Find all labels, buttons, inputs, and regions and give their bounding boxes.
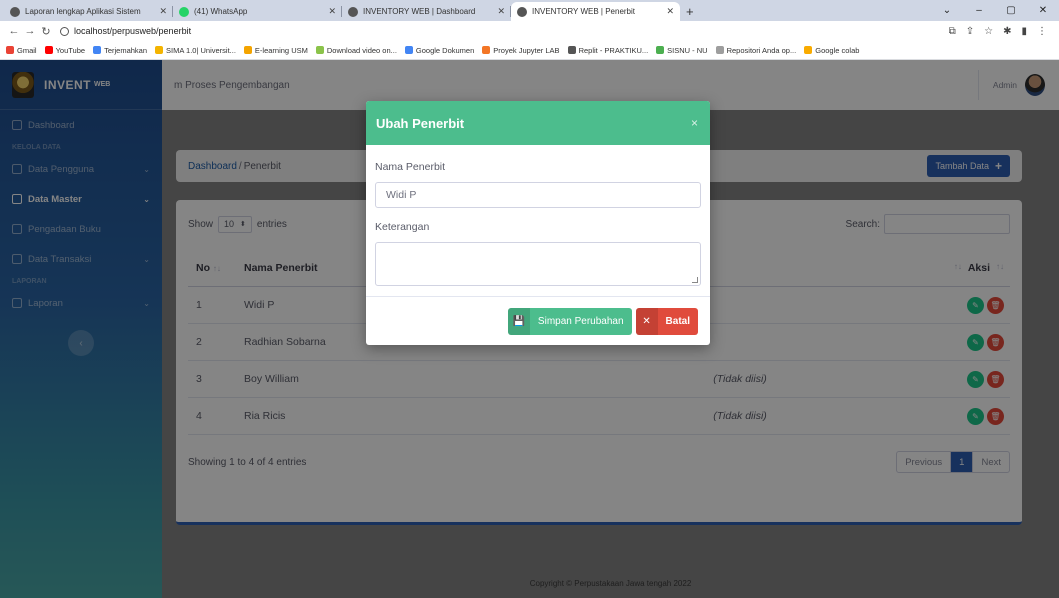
bookmark-favicon-icon — [404, 46, 413, 54]
edit-penerbit-modal: Ubah Penerbit × Nama Penerbit Widi P Ket… — [366, 101, 710, 345]
sidepanel-icon[interactable]: ▮ — [1021, 26, 1027, 37]
new-tab-button[interactable]: + — [686, 4, 694, 19]
bookmark-item[interactable]: E-learning USM — [243, 45, 308, 55]
bookmark-item[interactable]: YouTube — [44, 45, 86, 55]
bookmark-item[interactable]: Replit - PRAKTIKU... — [567, 45, 649, 55]
tab-title: (41) WhatsApp — [194, 7, 248, 16]
resize-handle-icon[interactable] — [692, 277, 698, 283]
modal-header: Ubah Penerbit × — [366, 101, 710, 145]
modal-title: Ubah Penerbit — [376, 115, 465, 131]
reload-icon[interactable]: ↻ — [38, 25, 54, 38]
tab-close-icon[interactable]: ✕ — [328, 6, 336, 17]
bookmark-item[interactable]: Terjemahkan — [93, 46, 147, 55]
modal-close-icon[interactable]: × — [691, 116, 698, 130]
address-actions: ⧉ ⇪ ☆ ✱ ▮ ⋮ — [949, 26, 1053, 37]
url-field[interactable]: localhost/perpusweb/penerbit — [60, 26, 949, 36]
bookmark-star-icon[interactable]: ☆ — [984, 26, 993, 37]
browser-tab-4[interactable]: INVENTORY WEB | Penerbit ✕ — [511, 2, 680, 21]
bookmark-item[interactable]: Google colab — [804, 46, 859, 55]
url-text: localhost/perpusweb/penerbit — [74, 26, 192, 36]
bookmark-favicon-icon — [44, 46, 53, 54]
bookmark-favicon-icon — [804, 46, 813, 54]
bookmarks-bar: Gmail YouTube Terjemahkan SIMA 1.0| Univers… — [0, 41, 1059, 60]
tab-favicon-icon — [348, 6, 358, 17]
bookmark-label: Repositori Anda op... — [726, 45, 797, 55]
bookmark-label: E-learning USM — [254, 45, 308, 55]
address-bar: ← → ↻ localhost/perpusweb/penerbit ⧉ ⇪ ☆… — [0, 21, 1059, 41]
tab-close-icon[interactable]: ✕ — [666, 6, 674, 17]
bookmark-item[interactable]: Proyek Jupyter LAB — [482, 45, 560, 55]
modal-footer: 💾 Simpan Perubahan ✕ Batal — [366, 296, 710, 345]
share-icon[interactable]: ⇪ — [966, 26, 974, 37]
tab-search-icon[interactable]: ⌄ — [931, 5, 963, 16]
bookmark-favicon-icon — [715, 46, 724, 54]
bookmark-label: Gmail — [17, 45, 37, 55]
bookmark-label: SIMA 1.0| Universit... — [166, 45, 236, 55]
bookmark-item[interactable]: SISNU - NU — [656, 45, 708, 55]
tab-title: INVENTORY WEB | Dashboard — [363, 7, 476, 16]
window-controls: ⌄ – ▢ ✕ — [931, 0, 1059, 21]
bookmark-favicon-icon — [6, 46, 14, 54]
bookmark-favicon-icon — [315, 46, 324, 54]
bookmark-favicon-icon — [567, 46, 576, 54]
modal-body: Nama Penerbit Widi P Keterangan — [366, 145, 710, 286]
back-icon[interactable]: ← — [6, 25, 22, 37]
bookmark-label: SISNU - NU — [667, 45, 708, 55]
extensions-icon[interactable]: ✱ — [1003, 26, 1011, 37]
tab-title: Laporan lengkap Aplikasi Sistem — [25, 7, 141, 16]
minimize-icon[interactable]: – — [963, 5, 995, 16]
bookmark-item[interactable]: SIMA 1.0| Universit... — [155, 46, 236, 55]
keterangan-textarea[interactable] — [375, 242, 701, 286]
bookmark-favicon-icon — [656, 46, 665, 54]
cancel-label: Batal — [665, 315, 690, 327]
forward-icon[interactable]: → — [22, 25, 38, 37]
translate-icon[interactable]: ⧉ — [949, 26, 956, 37]
cancel-button[interactable]: ✕ Batal — [635, 307, 698, 335]
tab-close-icon[interactable]: ✕ — [159, 6, 167, 17]
bookmark-item[interactable]: Gmail — [6, 46, 37, 55]
close-window-icon[interactable]: ✕ — [1027, 5, 1059, 16]
tab-favicon-icon — [179, 6, 189, 17]
bookmark-item[interactable]: Repositori Anda op... — [715, 45, 797, 55]
tab-favicon-icon — [517, 6, 527, 17]
tab-close-icon[interactable]: ✕ — [497, 6, 505, 17]
browser-tab-1[interactable]: Laporan lengkap Aplikasi Sistem ✕ — [4, 2, 173, 21]
bookmark-label: Replit - PRAKTIKU... — [578, 45, 649, 55]
browser-tab-3[interactable]: INVENTORY WEB | Dashboard ✕ — [342, 2, 511, 21]
keterangan-label: Keterangan — [375, 221, 430, 233]
maximize-icon[interactable]: ▢ — [995, 5, 1027, 16]
bookmark-label: Proyek Jupyter LAB — [493, 45, 560, 55]
save-changes-button[interactable]: 💾 Simpan Perubahan — [507, 307, 632, 335]
close-icon: ✕ — [635, 307, 658, 335]
bookmark-label: Google colab — [815, 45, 860, 55]
bookmark-favicon-icon — [155, 46, 164, 54]
bookmark-favicon-icon — [93, 46, 102, 54]
save-changes-label: Simpan Perubahan — [537, 315, 624, 327]
bookmark-item[interactable]: Google Dokumen — [404, 45, 475, 55]
tab-favicon-icon — [10, 6, 20, 17]
nama-penerbit-label: Nama Penerbit — [375, 161, 446, 173]
nama-penerbit-value: Widi P — [386, 189, 417, 201]
bookmark-label: Google Dokumen — [415, 45, 475, 55]
bookmark-item[interactable]: Download video on... — [315, 45, 397, 55]
bookmark-label: Terjemahkan — [104, 45, 148, 55]
browser-tab-2[interactable]: (41) WhatsApp ✕ — [173, 2, 342, 21]
bookmark-label: YouTube — [55, 45, 86, 55]
bookmark-favicon-icon — [482, 46, 491, 54]
nama-penerbit-input[interactable]: Widi P — [375, 182, 701, 208]
site-info-icon[interactable] — [60, 26, 69, 36]
tab-title: INVENTORY WEB | Penerbit — [532, 7, 636, 16]
bookmark-favicon-icon — [243, 46, 252, 54]
floppy-disk-icon: 💾 — [507, 307, 530, 335]
menu-icon[interactable]: ⋮ — [1037, 26, 1047, 37]
browser-tab-bar: Laporan lengkap Aplikasi Sistem ✕ (41) Wha… — [0, 0, 1059, 21]
bookmark-label: Download video on... — [326, 45, 397, 55]
